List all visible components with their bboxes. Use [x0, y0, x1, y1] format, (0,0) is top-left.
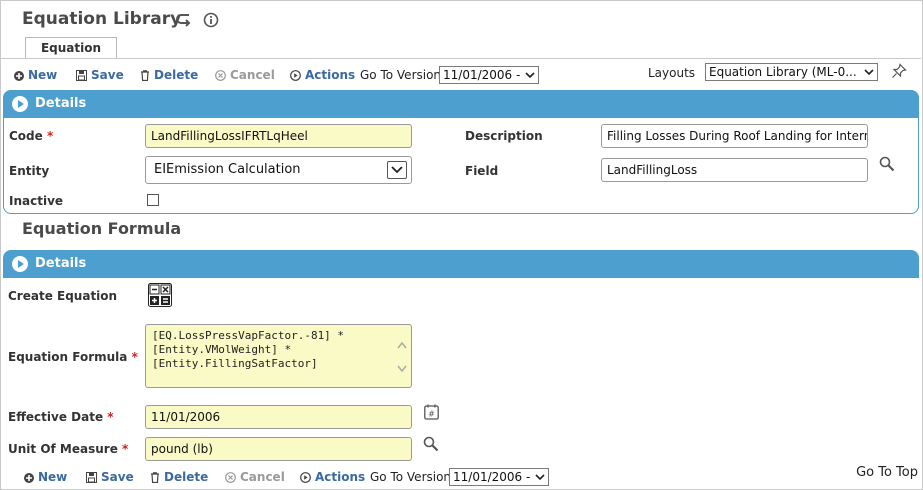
- equation-formula-textarea[interactable]: [EQ.LossPressVapFactor.-81] * [Entity.VM…: [145, 324, 412, 388]
- goto-version-select[interactable]: 11/01/2006 -: [449, 468, 549, 486]
- chevron-right-icon: [12, 96, 28, 112]
- field-input[interactable]: LandFillingLoss: [601, 158, 868, 182]
- inactive-label: Inactive: [9, 194, 64, 208]
- actions-icon: [300, 472, 311, 483]
- inactive-checkbox[interactable]: [147, 194, 159, 206]
- delete-label: Delete: [164, 470, 209, 484]
- delete-button[interactable]: Delete: [140, 65, 198, 85]
- code-label: Code *: [9, 129, 54, 143]
- formula-details-header[interactable]: Details: [3, 250, 919, 278]
- equation-formula-label: Equation Formula *: [8, 350, 138, 364]
- tab-equation[interactable]: Equation: [25, 37, 117, 59]
- cancel-button[interactable]: Cancel: [225, 467, 285, 487]
- entity-label: Entity: [9, 164, 50, 178]
- layouts-value: Equation Library (ML-0...: [709, 65, 857, 79]
- details-panel-header[interactable]: Details: [3, 90, 919, 118]
- details-header-label: Details: [35, 96, 87, 111]
- create-equation-label: Create Equation: [8, 289, 118, 303]
- actions-button[interactable]: Actions: [290, 65, 355, 85]
- plus-icon: [24, 473, 34, 483]
- actions-label: Actions: [305, 68, 356, 82]
- trash-icon: [141, 70, 149, 82]
- page-title: Equation Library: [22, 9, 182, 29]
- chevron-down-icon: [387, 161, 407, 179]
- save-label: Save: [91, 68, 124, 82]
- top-toolbar: New Save Delete Cancel Actions Go To Ver…: [0, 63, 923, 85]
- description-label: Description: [465, 129, 543, 143]
- calculator-icon[interactable]: [148, 283, 172, 310]
- new-button[interactable]: New: [14, 65, 57, 85]
- cancel-label: Cancel: [240, 470, 285, 484]
- search-icon[interactable]: [423, 436, 439, 455]
- field-label: Field: [465, 164, 499, 178]
- delete-button[interactable]: Delete: [150, 467, 208, 487]
- equation-formula-title: Equation Formula: [22, 219, 182, 238]
- effective-date-label: Effective Date *: [8, 410, 114, 424]
- formula-line: [Entity.FillingSatFactor]: [152, 357, 318, 370]
- svg-text:#: #: [428, 410, 435, 419]
- new-button[interactable]: New: [24, 467, 67, 487]
- uom-field[interactable]: pound (lb): [145, 437, 412, 461]
- formula-line: [EQ.LossPressVapFactor.-81] *: [152, 329, 345, 342]
- entity-select[interactable]: EIEmission Calculation: [145, 156, 412, 184]
- scroll-down-icon[interactable]: [397, 365, 407, 373]
- search-icon[interactable]: [879, 156, 895, 175]
- goto-version-value: 11/01/2006 -: [443, 68, 521, 82]
- calendar-icon[interactable]: #: [424, 404, 439, 423]
- uom-label: Unit Of Measure *: [8, 442, 129, 456]
- pin-icon[interactable]: [891, 63, 907, 82]
- back-icon[interactable]: [175, 12, 193, 31]
- chevron-right-icon: [12, 256, 28, 272]
- trash-icon: [151, 472, 159, 484]
- save-icon: [76, 70, 87, 81]
- save-button[interactable]: Save: [76, 65, 124, 85]
- actions-icon: [290, 70, 301, 81]
- go-to-top-link[interactable]: Go To Top: [856, 465, 918, 480]
- goto-version-label: Go To Version: [370, 470, 452, 484]
- chevron-down-icon: [864, 69, 874, 76]
- plus-icon: [14, 71, 24, 81]
- cancel-icon: [215, 70, 226, 81]
- chevron-down-icon: [525, 72, 535, 79]
- cancel-button[interactable]: Cancel: [215, 65, 275, 85]
- effective-date-field[interactable]: 11/01/2006: [145, 405, 412, 429]
- cancel-icon: [225, 472, 236, 483]
- formula-line: [Entity.VMolWeight] *: [152, 343, 292, 356]
- chevron-down-icon: [535, 474, 545, 481]
- info-icon[interactable]: [203, 12, 219, 31]
- code-field[interactable]: LandFillingLossIFRTLqHeel: [145, 124, 412, 148]
- save-icon: [86, 472, 97, 483]
- save-button[interactable]: Save: [86, 467, 134, 487]
- entity-value: EIEmission Calculation: [154, 162, 301, 177]
- goto-version-value: 11/01/2006 -: [453, 470, 531, 484]
- layouts-label: Layouts: [648, 66, 696, 80]
- delete-label: Delete: [154, 68, 199, 82]
- scroll-up-icon[interactable]: [397, 341, 407, 349]
- new-label: New: [28, 68, 58, 82]
- actions-button[interactable]: Actions: [300, 467, 365, 487]
- description-field[interactable]: Filling Losses During Roof Landing for I…: [601, 124, 868, 148]
- goto-version-select[interactable]: 11/01/2006 -: [439, 66, 539, 84]
- layouts-select[interactable]: Equation Library (ML-0...: [705, 63, 878, 81]
- actions-label: Actions: [315, 470, 366, 484]
- save-label: Save: [101, 470, 134, 484]
- new-label: New: [38, 470, 68, 484]
- goto-version-label: Go To Version: [360, 68, 442, 82]
- cancel-label: Cancel: [230, 68, 275, 82]
- formula-details-header-label: Details: [35, 256, 87, 271]
- bottom-toolbar: New Save Delete Cancel Actions Go To Ver…: [0, 467, 923, 487]
- tab-divider: [0, 58, 921, 59]
